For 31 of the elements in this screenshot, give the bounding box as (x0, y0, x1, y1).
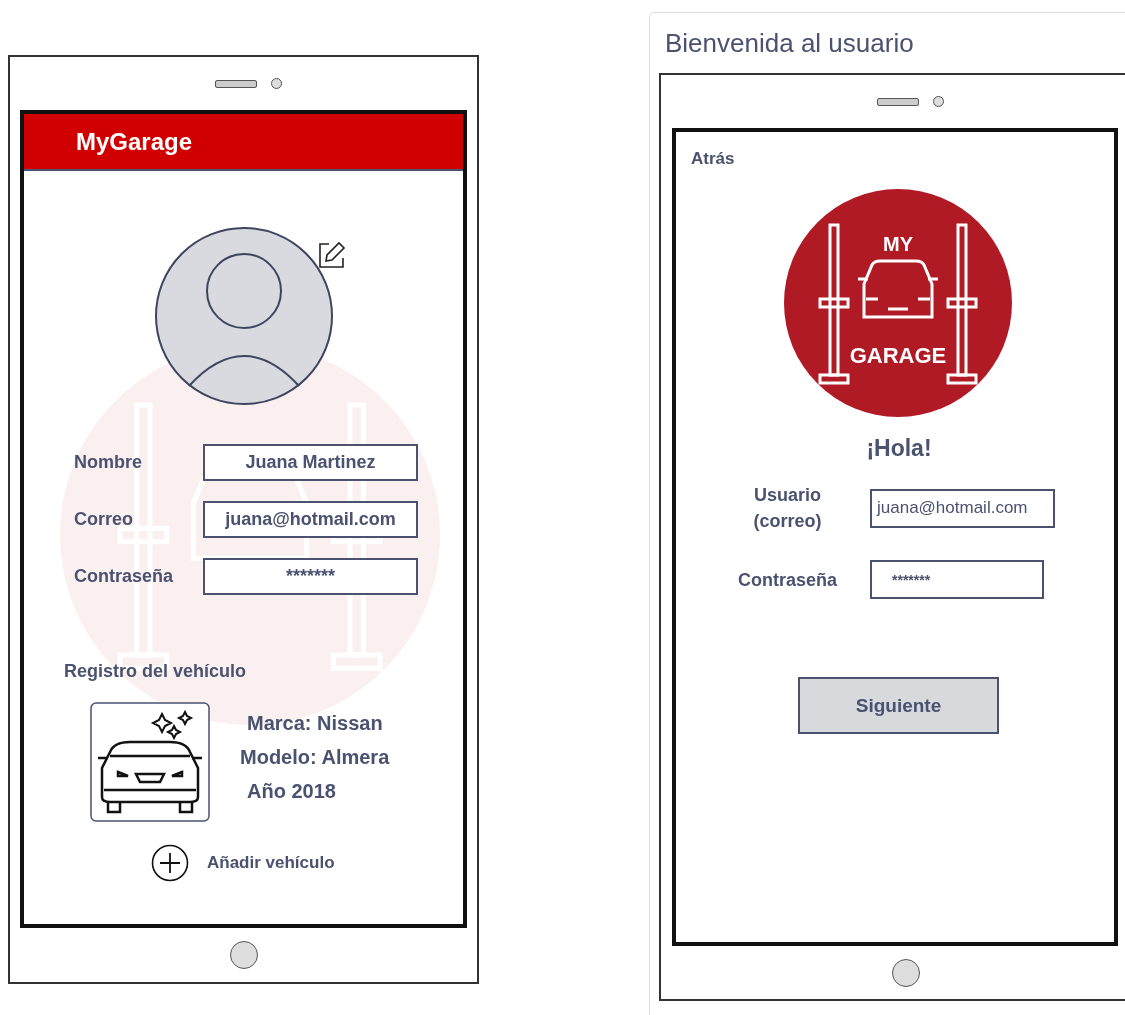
back-link[interactable]: Atrás (691, 149, 735, 169)
app-title: MyGarage (76, 127, 193, 156)
field-label: Usuario (correo) (752, 484, 823, 533)
camera-dot (271, 78, 282, 89)
speaker-slot (877, 97, 919, 106)
input-field[interactable]: ******* (870, 560, 1044, 599)
vehicle-detail: Marca: Nissan (246, 712, 383, 735)
field-label: Contraseña (737, 568, 838, 592)
next-button[interactable]: Siguiente (798, 677, 999, 734)
vehicle-detail: Año 2018 (246, 780, 336, 803)
logo-text: GARAGE (849, 343, 947, 368)
input-field[interactable]: juana@hotmail.com (203, 501, 418, 538)
greeting: ¡Hola! (865, 435, 933, 462)
speaker-slot (215, 79, 257, 88)
field-label: Nombre (74, 452, 143, 473)
home-button[interactable] (891, 958, 920, 987)
section-title: Registro del vehículo (64, 661, 248, 682)
field-label: Correo (74, 509, 134, 530)
input-field[interactable]: ******* (203, 558, 418, 595)
field-label: Contraseña (74, 566, 175, 587)
add-vehicle-button[interactable]: Añadir vehículo (151, 844, 335, 882)
plus-icon (151, 844, 189, 882)
input-field[interactable]: juana@hotmail.com (870, 488, 1055, 528)
panel-title: Bienvenida al usuario (665, 27, 915, 59)
edit-icon[interactable] (317, 240, 347, 270)
avatar-icon (154, 226, 334, 406)
input-field[interactable]: Juana Martinez (203, 444, 418, 481)
camera-dot (933, 96, 944, 107)
home-button[interactable] (229, 941, 258, 969)
vehicle-detail: Modelo: Almera (240, 746, 390, 769)
logo-text: MY (883, 233, 913, 255)
